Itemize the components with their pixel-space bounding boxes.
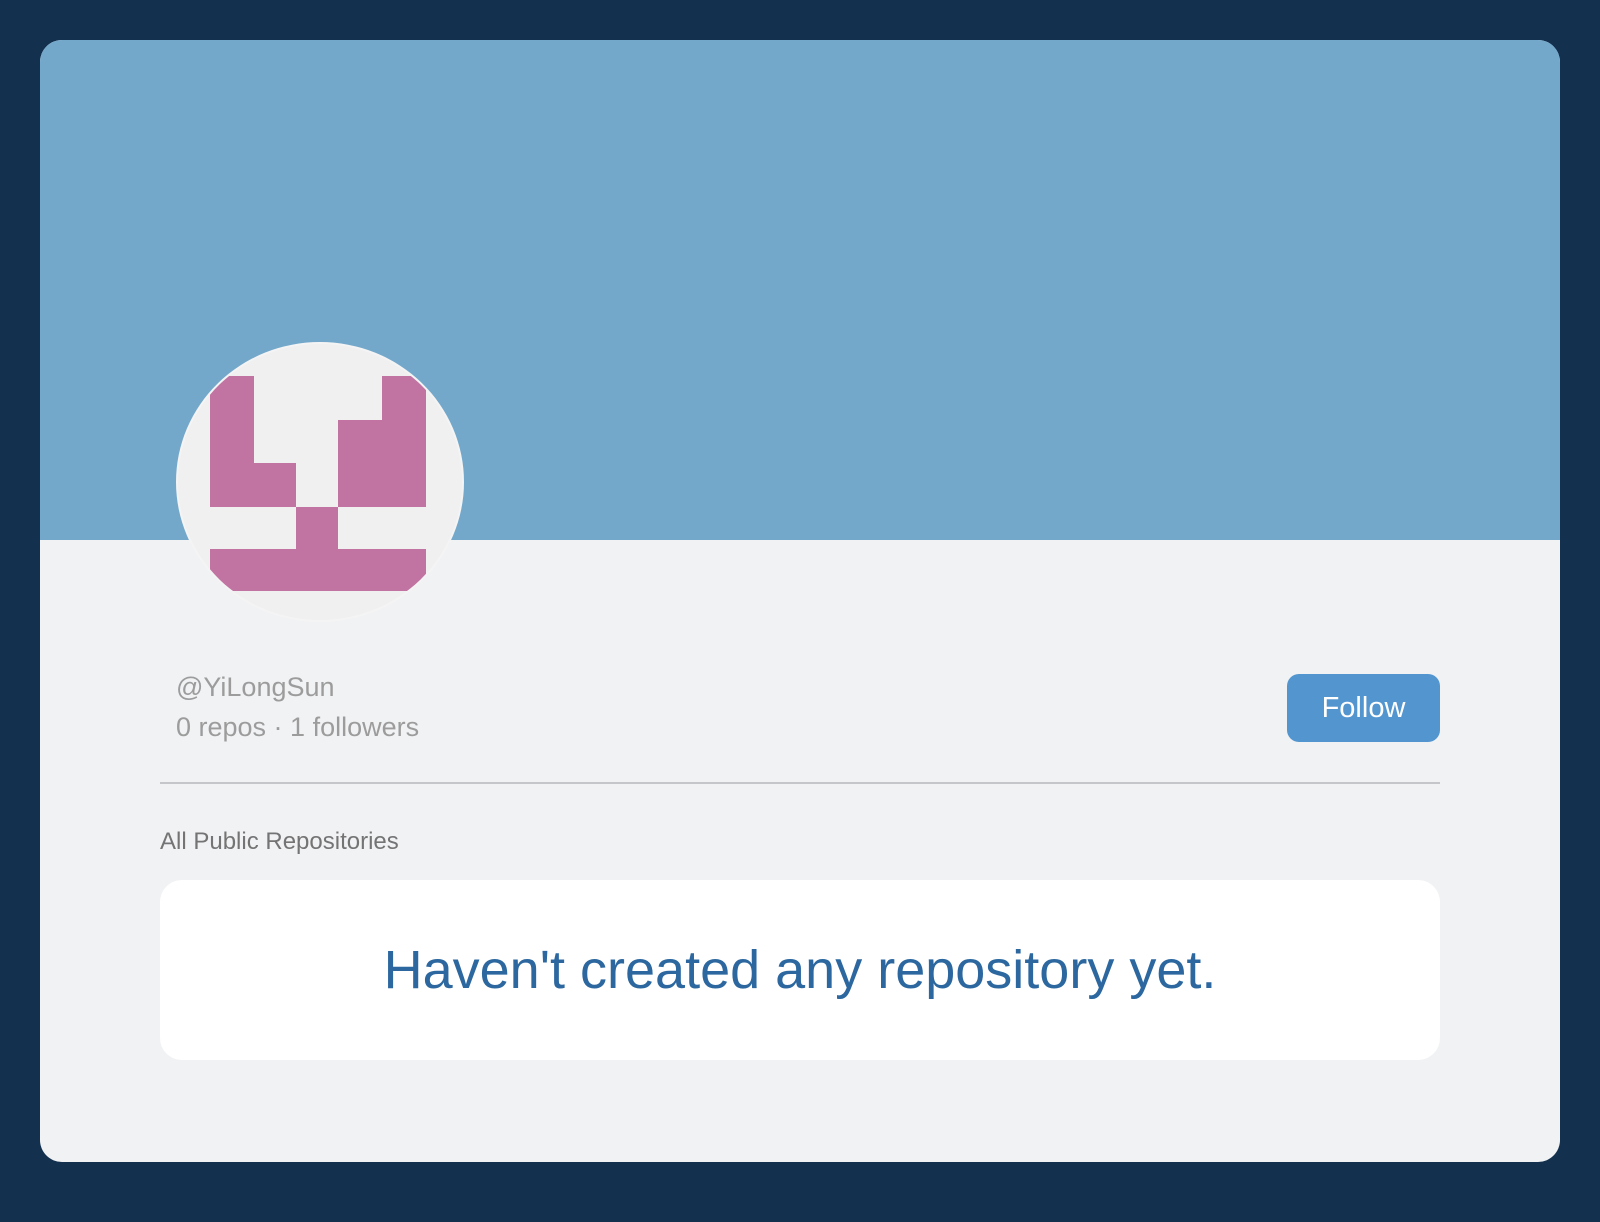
repository-list: Haven't created any repository yet.	[160, 880, 1440, 1060]
divider	[160, 782, 1440, 784]
profile-card: @YiLongSun 0 repos · 1 followers Follow …	[40, 40, 1560, 1162]
follow-button[interactable]: Follow	[1287, 674, 1440, 742]
empty-state-message: Haven't created any repository yet.	[383, 940, 1217, 1000]
username: @YiLongSun	[176, 672, 335, 702]
section-title: All Public Repositories	[160, 828, 399, 855]
identicon-icon	[210, 376, 426, 591]
profile-stats: 0 repos · 1 followers	[176, 712, 420, 742]
avatar	[176, 342, 464, 622]
